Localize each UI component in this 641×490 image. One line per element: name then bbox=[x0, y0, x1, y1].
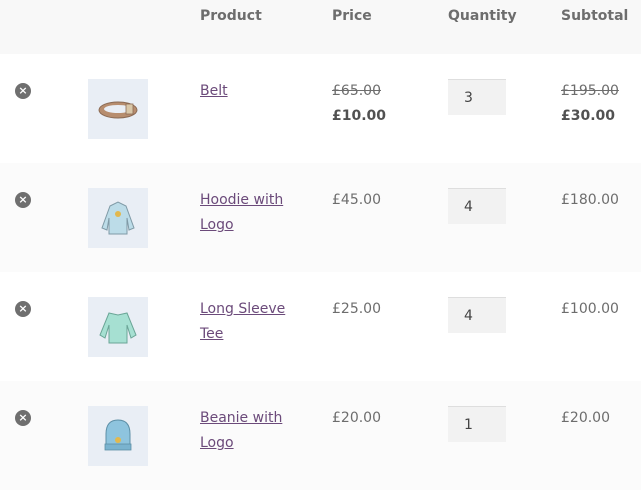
remove-item-button[interactable]: × bbox=[15, 192, 31, 208]
belt-icon[interactable] bbox=[88, 79, 148, 139]
table-row: × Belt £65.00 £10.00 £195.00 £30.00 bbox=[0, 54, 641, 163]
quantity-input[interactable] bbox=[448, 79, 506, 115]
remove-item-button[interactable]: × bbox=[15, 83, 31, 99]
price-cell: £65.00 £10.00 bbox=[332, 79, 386, 129]
subtotal-cell: £180.00 bbox=[561, 192, 619, 208]
price-cell: £25.00 bbox=[332, 301, 381, 317]
table-row: × Beanie with Logo £20.00 £20.00 bbox=[0, 381, 641, 490]
hoodie-icon[interactable] bbox=[88, 188, 148, 248]
cart-table: Product Price Quantity Subtotal × Belt £… bbox=[0, 0, 641, 490]
table-header: Product Price Quantity Subtotal bbox=[0, 0, 641, 54]
long-sleeve-tee-icon[interactable] bbox=[88, 297, 148, 357]
product-link-hoodie-with-logo[interactable]: Hoodie with Logo bbox=[200, 188, 300, 238]
subtotal-cell: £20.00 bbox=[561, 410, 610, 426]
price-cell: £20.00 bbox=[332, 410, 381, 426]
table-row: × Long Sleeve Tee £25.00 £100.00 bbox=[0, 272, 641, 381]
header-price: Price bbox=[332, 8, 372, 24]
sale-price: £10.00 bbox=[332, 108, 387, 124]
product-link-long-sleeve-tee[interactable]: Long Sleeve Tee bbox=[200, 297, 300, 347]
beanie-icon[interactable] bbox=[88, 406, 148, 466]
header-subtotal: Subtotal bbox=[561, 8, 629, 24]
quantity-input[interactable] bbox=[448, 297, 506, 333]
subtotal-cell: £195.00 £30.00 bbox=[561, 79, 619, 129]
price-cell: £45.00 bbox=[332, 192, 381, 208]
product-link-beanie-with-logo[interactable]: Beanie with Logo bbox=[200, 406, 300, 456]
product-link-belt[interactable]: Belt bbox=[200, 79, 300, 104]
sale-subtotal: £30.00 bbox=[561, 108, 616, 124]
subtotal-cell: £100.00 bbox=[561, 301, 619, 317]
header-product: Product bbox=[200, 8, 262, 24]
remove-item-button[interactable]: × bbox=[15, 410, 31, 426]
header-quantity: Quantity bbox=[448, 8, 517, 24]
regular-price: £65.00 bbox=[332, 83, 381, 99]
quantity-input[interactable] bbox=[448, 188, 506, 224]
regular-subtotal: £195.00 bbox=[561, 83, 619, 99]
remove-item-button[interactable]: × bbox=[15, 301, 31, 317]
quantity-input[interactable] bbox=[448, 406, 506, 442]
table-row: × Hoodie with Logo £45.00 £180.00 bbox=[0, 163, 641, 272]
